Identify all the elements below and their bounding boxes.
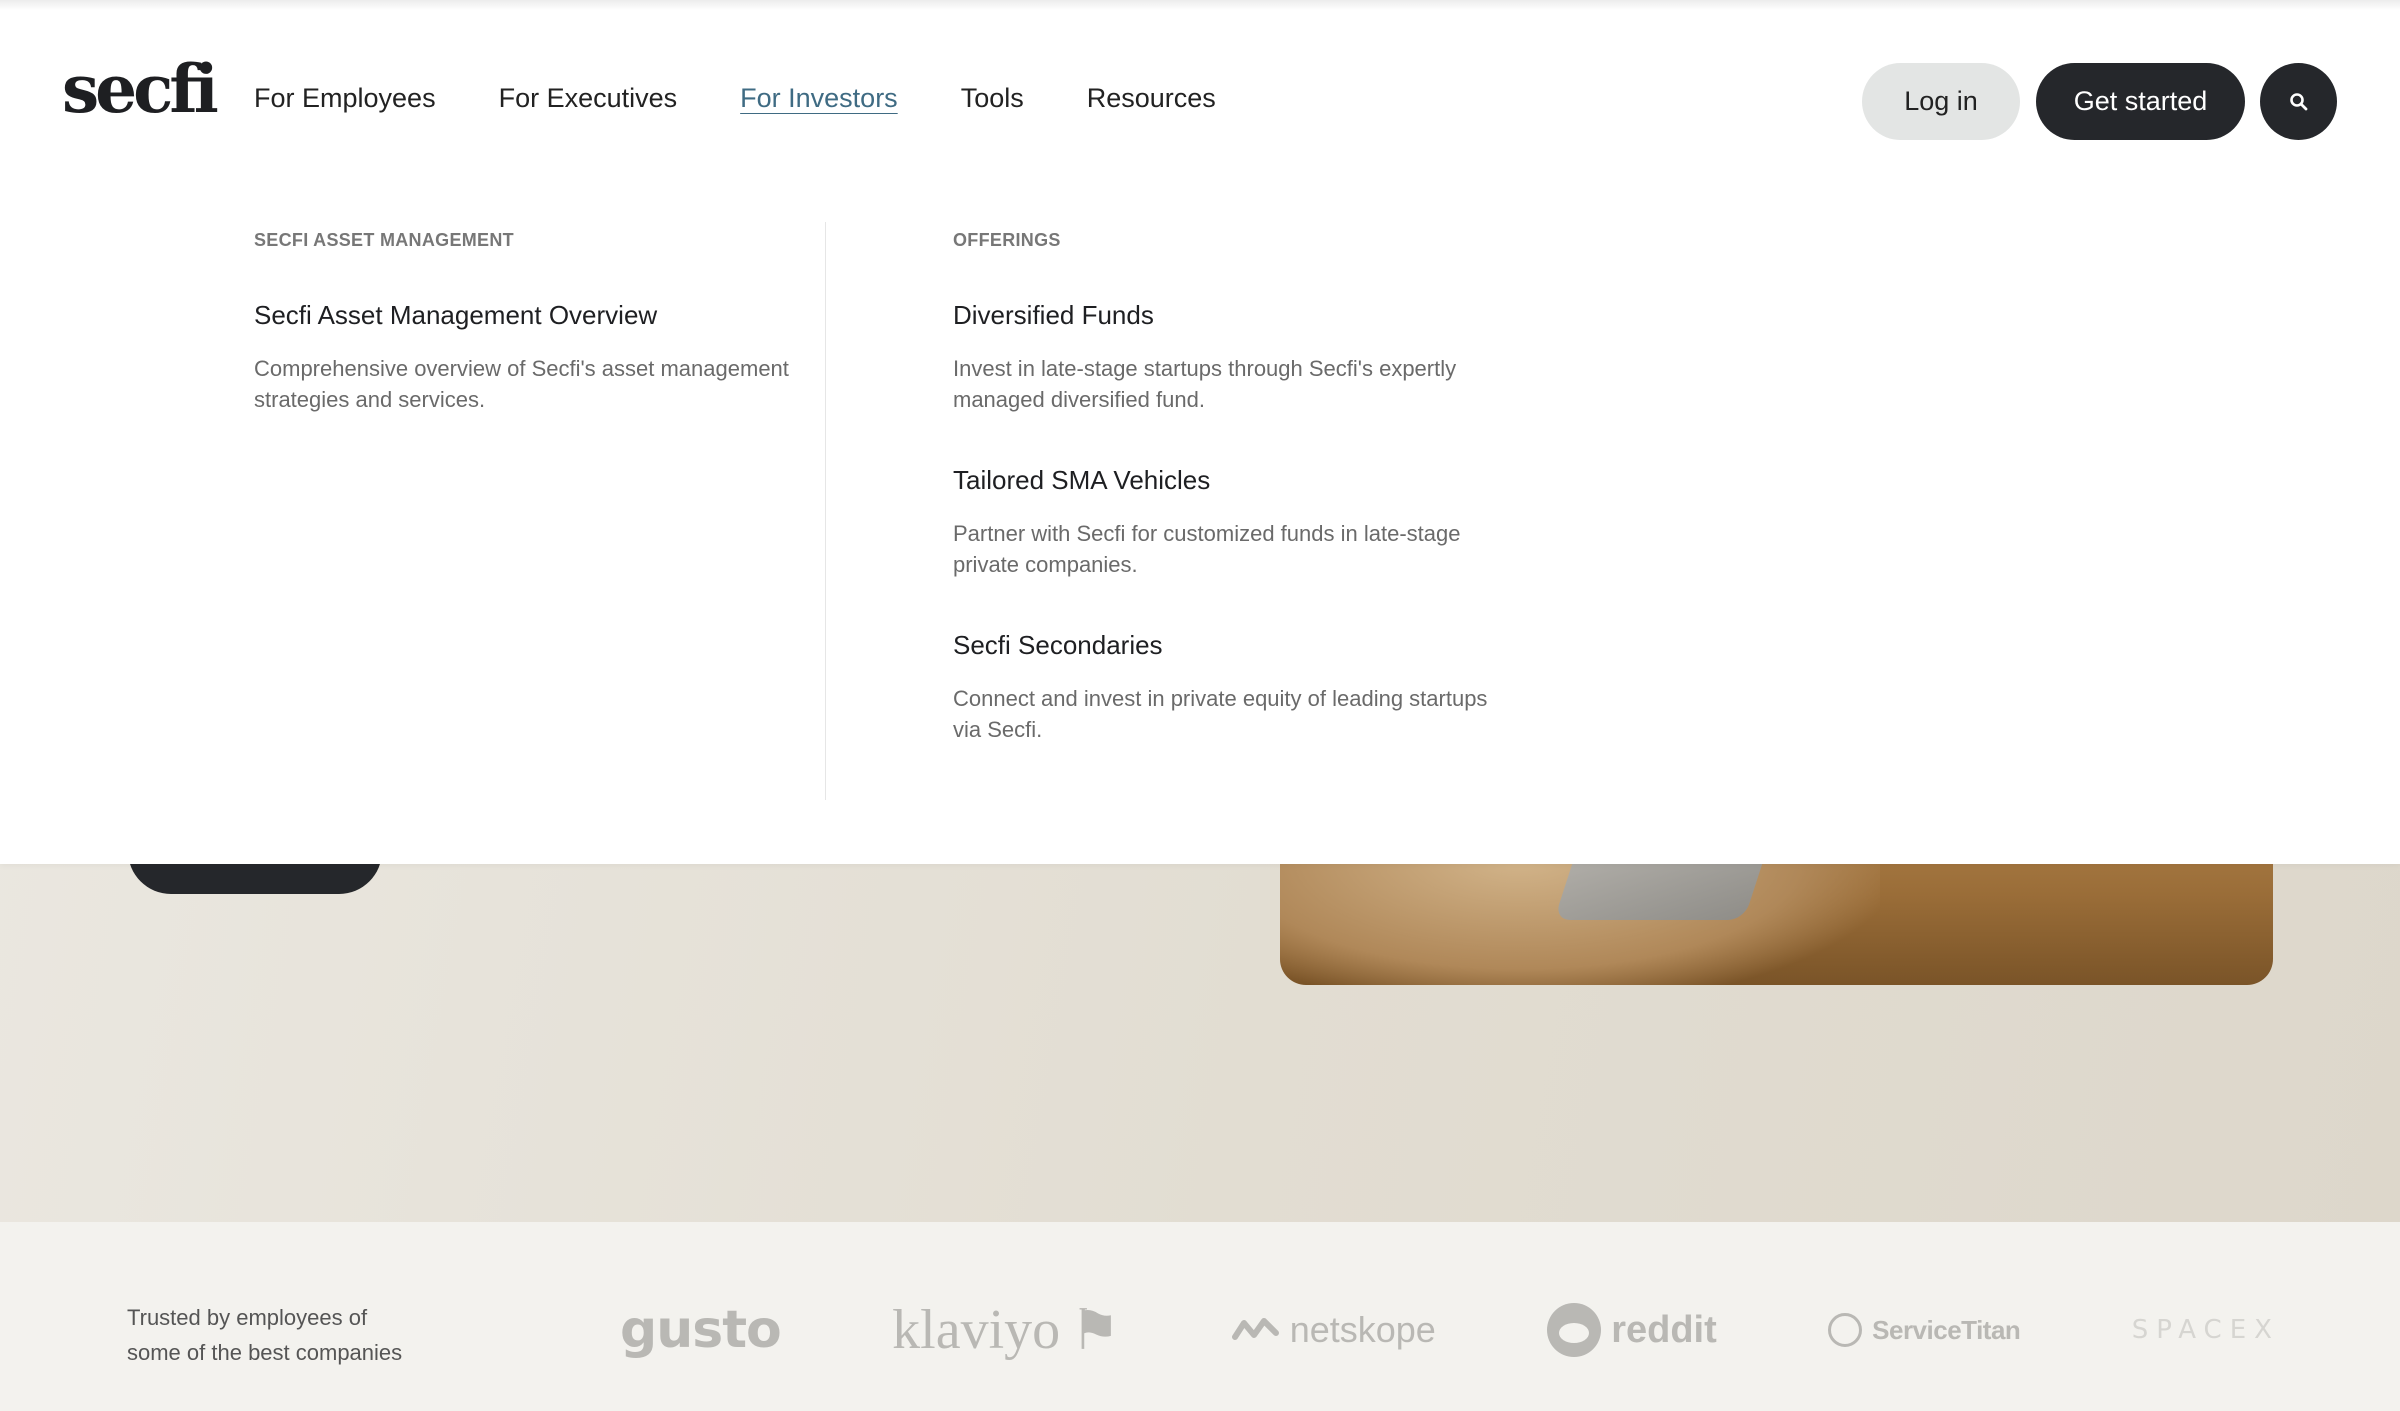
topbar-shadow	[0, 0, 2400, 10]
secfi-logo[interactable]: secfi	[62, 56, 219, 122]
trusted-text: Trusted by employees of some of the best…	[127, 1300, 467, 1370]
menu-item-desc: Comprehensive overview of Secfi's asset …	[254, 356, 789, 412]
netskope-logo: netskope	[1231, 1309, 1436, 1351]
reddit-logo: reddit	[1547, 1303, 1717, 1357]
klaviyo-logo: klaviyo ⚑	[892, 1299, 1121, 1362]
trusted-text-line2: some of the best companies	[127, 1340, 403, 1365]
login-button[interactable]: Log in	[1862, 63, 2020, 140]
nav-resources[interactable]: Resources	[1087, 80, 1216, 116]
section-heading-offerings: OFFERINGS	[953, 230, 1061, 250]
globe-icon	[1828, 1313, 1863, 1347]
menu-item-desc: Partner with Secfi for customized funds …	[953, 521, 1461, 577]
netskope-mark-icon	[1231, 1318, 1279, 1340]
nav-for-investors[interactable]: For Investors	[740, 80, 898, 116]
menu-item-desc: Invest in late-stage startups through Se…	[953, 356, 1457, 412]
get-started-button[interactable]: Get started	[2036, 63, 2245, 140]
company-logos: gusto klaviyo ⚑ netskope reddit ServiceTi…	[620, 1290, 2280, 1370]
servicetitan-logo: ServiceTitan	[1828, 1313, 2021, 1347]
search-button[interactable]	[2260, 63, 2337, 140]
menu-item-tailored-sma-vehicles[interactable]: Tailored SMA Vehicles	[953, 465, 1210, 496]
menu-item-diversified-funds[interactable]: Diversified Funds	[953, 300, 1154, 331]
mega-menu-panel: secfi For Employees For Executives For I…	[0, 0, 2400, 864]
flag-icon: ⚑	[1070, 1299, 1121, 1362]
reddit-alien-icon	[1547, 1303, 1602, 1357]
nav-for-employees[interactable]: For Employees	[254, 80, 436, 116]
main-nav: For Employees For Executives For Investo…	[254, 80, 1279, 116]
menu-item-asset-management-overview[interactable]: Secfi Asset Management Overview	[254, 300, 657, 331]
nav-for-executives[interactable]: For Executives	[499, 80, 678, 116]
menu-item-secfi-secondaries[interactable]: Secfi Secondaries	[953, 630, 1163, 661]
trusted-text-line1: Trusted by employees of	[127, 1305, 368, 1330]
menu-divider	[825, 222, 826, 800]
nav-tools[interactable]: Tools	[961, 80, 1024, 116]
menu-item-desc: Connect and invest in private equity of …	[953, 686, 1488, 742]
search-icon	[2289, 92, 2307, 110]
spacex-logo: SPACEX	[2131, 1315, 2280, 1345]
section-heading-asset-management: SECFI ASSET MANAGEMENT	[254, 230, 514, 250]
gusto-logo: gusto	[620, 1300, 782, 1360]
